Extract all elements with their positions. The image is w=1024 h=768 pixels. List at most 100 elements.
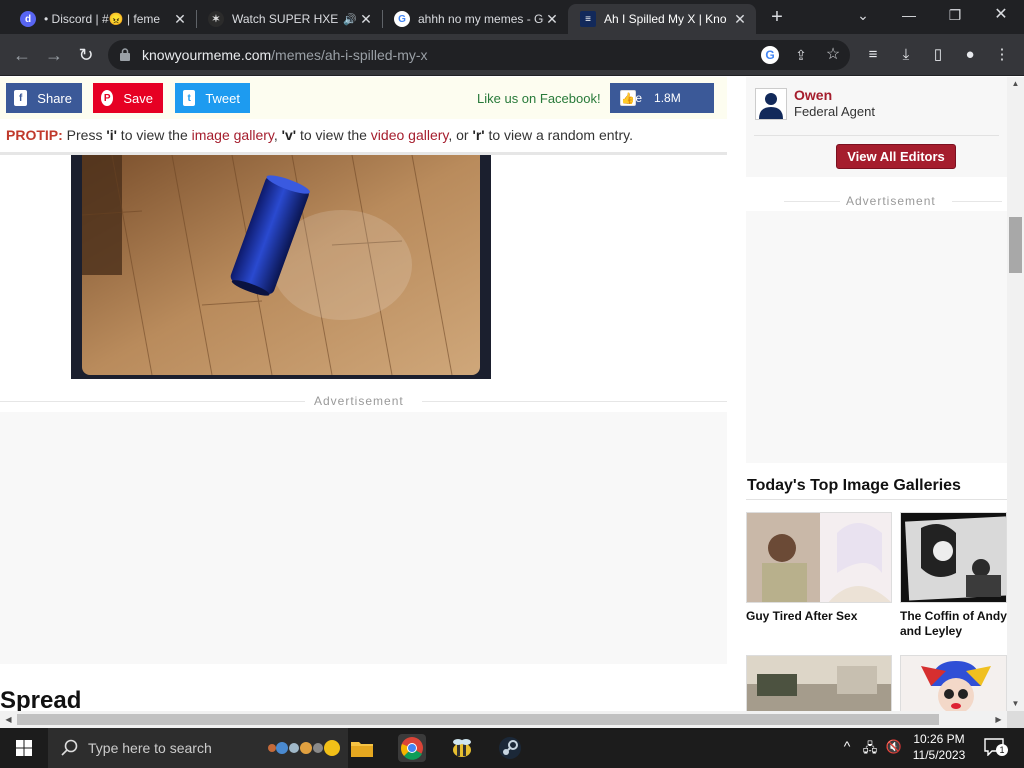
new-tab-icon[interactable]: +	[766, 6, 788, 28]
close-tab-icon[interactable]: ✕	[544, 11, 560, 28]
horizontal-scroll-thumb[interactable]	[17, 714, 939, 725]
gallery-thumb-3[interactable]	[746, 655, 892, 715]
bookmark-star-icon[interactable]: ☆	[824, 46, 842, 64]
clock-time: 10:26 PM	[913, 732, 965, 746]
notification-center-icon[interactable]: 1	[982, 738, 1008, 758]
search-placeholder: Type here to search	[88, 740, 212, 756]
show-hidden-icons-chevron[interactable]: ^	[838, 738, 856, 754]
facebook-share-button[interactable]: f Share	[6, 83, 82, 113]
view-all-editors-button[interactable]: View All Editors	[836, 144, 956, 169]
volume-muted-icon[interactable]: 🔇	[884, 739, 904, 755]
taskbar-clock[interactable]: 10:26 PM 11/5/2023	[908, 732, 970, 762]
media-control-icon[interactable]: ≡	[863, 45, 883, 65]
back-icon[interactable]: ←	[11, 44, 33, 66]
tab-google-search[interactable]: G ahhh no my memes - Go ✕	[382, 4, 568, 34]
lock-icon[interactable]	[120, 48, 130, 61]
google-icon: G	[394, 11, 410, 27]
tweet-button[interactable]: t Tweet	[175, 83, 250, 113]
anime-site-icon: ✶	[208, 11, 224, 27]
reload-icon[interactable]: ↻	[75, 44, 97, 66]
protip-bar: PROTIP: Press 'i' to view the image gall…	[0, 119, 727, 155]
share-page-icon[interactable]: ⇪	[792, 46, 810, 64]
tab-knowyourmeme[interactable]: ≡ Ah I Spilled My X | Kno ✕	[568, 4, 756, 34]
gallery-thumb-4[interactable]	[900, 655, 1007, 715]
close-window-icon[interactable]: ✕	[978, 0, 1024, 30]
download-icon[interactable]: ⤓	[896, 45, 916, 65]
file-explorer-icon[interactable]	[348, 734, 376, 762]
menu-kebab-icon[interactable]: ⋮	[992, 45, 1012, 65]
minimize-icon[interactable]: —	[886, 0, 932, 30]
profile-icon[interactable]: ●	[960, 45, 980, 65]
editor-avatar[interactable]	[755, 88, 787, 120]
clock-date: 11/5/2023	[912, 748, 966, 762]
tab-search-chevron-icon[interactable]: ⌄	[840, 0, 886, 30]
save-label: Save	[123, 90, 153, 106]
pinterest-icon: P	[101, 90, 114, 106]
gallery-thumb-guy-tired[interactable]	[746, 512, 892, 603]
tab-title: Ah I Spilled My X | Kno	[604, 12, 727, 26]
protip-label: PROTIP:	[6, 127, 63, 143]
vertical-scroll-thumb[interactable]	[1009, 217, 1022, 273]
gallery-caption[interactable]: Guy Tired After Sex	[746, 609, 892, 624]
share-label: Share	[37, 90, 72, 106]
browser-tab-strip: d • Discord | #😠 | feme ✕ ✶ Watch SUPER …	[0, 0, 1024, 34]
editor-name-link[interactable]: Owen	[794, 87, 832, 103]
chrome-taskbar-icon[interactable]	[398, 734, 426, 762]
close-tab-icon[interactable]: ✕	[172, 11, 188, 28]
sidebar-advertisement-label: Advertisement	[846, 194, 936, 208]
scroll-down-icon[interactable]: ▼	[1007, 697, 1024, 711]
pinterest-save-button[interactable]: P Save	[93, 83, 163, 113]
browser-toolbar: ← → ↻ knowyourmeme.com/memes/ah-i-spille…	[0, 34, 1024, 76]
ad-slot	[0, 412, 727, 664]
search-highlight-planets-icon	[268, 740, 340, 756]
video-gallery-link[interactable]: video gallery	[371, 127, 449, 143]
close-tab-icon[interactable]: ✕	[732, 11, 748, 28]
page-viewport: f Share P Save t Tweet Like us on Facebo…	[0, 77, 1024, 728]
tab-title: ahhh no my memes - Go	[418, 12, 544, 26]
facebook-like-prompt: Like us on Facebook!	[477, 91, 601, 106]
sidebar-ad-slot	[746, 211, 1007, 463]
gallery-thumb-coffin-andy-leyley[interactable]	[900, 512, 1007, 603]
discord-icon: d	[20, 11, 36, 27]
side-panel-icon[interactable]: ▯	[928, 45, 948, 65]
thumbs-up-icon: 👍	[620, 90, 636, 106]
kym-icon: ≡	[580, 11, 596, 27]
search-icon	[61, 739, 78, 756]
windows-taskbar: Type here to search ^ 🖧 🔇 10:26 PM 11/5/…	[0, 728, 1024, 768]
forward-icon[interactable]: →	[43, 44, 65, 66]
advertisement-label: Advertisement	[314, 394, 404, 408]
gallery-caption[interactable]: The Coffin of Andy and Leyley	[900, 609, 1007, 639]
tab-discord[interactable]: d • Discord | #😠 | feme ✕	[8, 4, 196, 34]
steam-icon[interactable]	[496, 734, 524, 762]
horizontal-scrollbar[interactable]: ◀ ▶	[0, 711, 1007, 728]
scroll-up-icon[interactable]: ▲	[1007, 77, 1024, 91]
tab-title: • Discord | #😠 | feme	[44, 12, 161, 26]
wood-floor-photo	[82, 155, 480, 375]
editor-card: Owen Federal Agent View All Editors	[746, 77, 1007, 177]
scroll-right-icon[interactable]: ▶	[990, 711, 1007, 728]
like-count: 1.8M	[654, 91, 681, 105]
taskbar-search-box[interactable]: Type here to search	[48, 728, 348, 768]
tweet-label: Tweet	[205, 90, 240, 106]
scroll-left-icon[interactable]: ◀	[0, 711, 17, 728]
share-bar: f Share P Save t Tweet Like us on Facebo…	[0, 77, 727, 119]
twitter-icon: t	[183, 90, 196, 106]
tab-title: Watch SUPER HXE	[232, 12, 339, 26]
user-silhouette-icon	[759, 93, 783, 119]
facebook-icon: f	[14, 90, 28, 106]
bee-app-icon[interactable]	[448, 734, 476, 762]
network-icon[interactable]: 🖧	[860, 739, 880, 761]
speaker-icon[interactable]: 🔊	[342, 13, 358, 26]
windows-start-icon[interactable]	[16, 740, 32, 756]
address-bar[interactable]: knowyourmeme.com/memes/ah-i-spilled-my-x…	[108, 40, 850, 70]
meme-image-spilled-cup[interactable]	[71, 155, 491, 379]
close-tab-icon[interactable]: ✕	[358, 11, 374, 28]
image-gallery-link[interactable]: image gallery	[192, 127, 274, 143]
url-text: knowyourmeme.com/memes/ah-i-spilled-my-x	[142, 47, 428, 63]
restore-icon[interactable]: ❐	[932, 0, 978, 30]
tab-watch[interactable]: ✶ Watch SUPER HXE 🔊 ✕	[196, 4, 382, 34]
vertical-scrollbar[interactable]: ▲ ▼	[1007, 77, 1024, 711]
facebook-like-button[interactable]: 👍 Like 1.8M	[610, 83, 714, 113]
top-galleries-heading: Today's Top Image Galleries	[747, 477, 961, 494]
google-lens-icon[interactable]: G	[761, 46, 779, 64]
